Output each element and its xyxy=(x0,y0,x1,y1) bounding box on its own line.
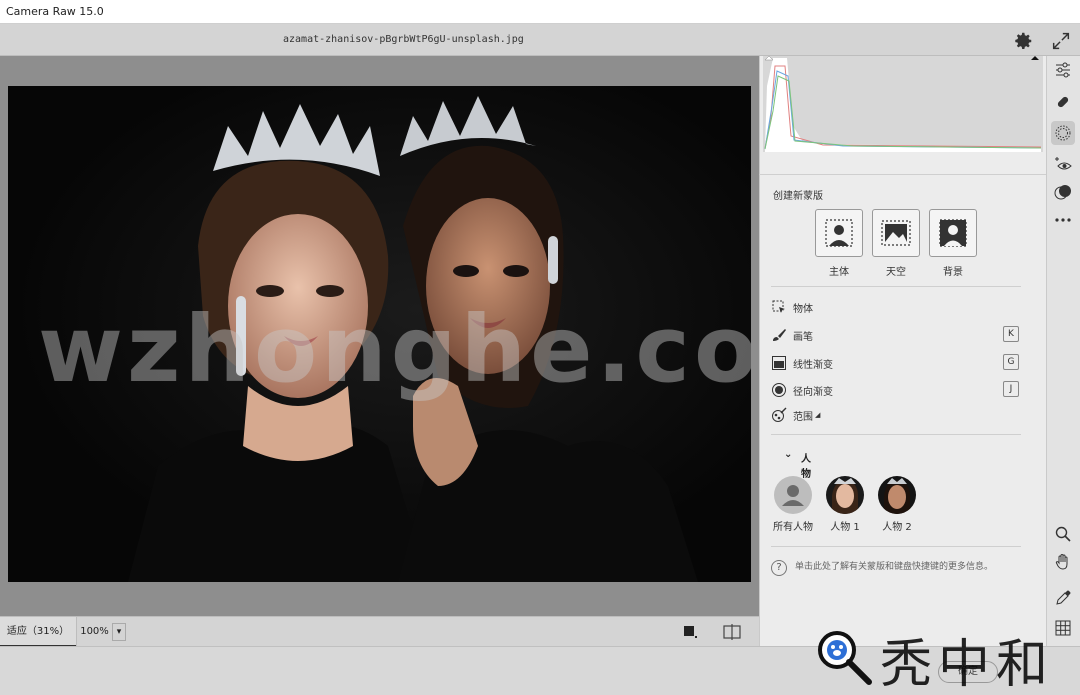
fit-zoom-button[interactable]: 适应（31%） xyxy=(0,617,76,647)
person-icon xyxy=(782,485,804,506)
fullscreen-icon[interactable] xyxy=(1050,30,1072,52)
subject-icon xyxy=(825,219,853,247)
tool-radial-gradient[interactable]: 径向渐变 J xyxy=(771,381,1019,399)
person-1-avatar[interactable] xyxy=(826,476,864,514)
tool-object[interactable]: 物体 xyxy=(771,298,1011,316)
split-view-icon[interactable] xyxy=(723,624,741,640)
divider xyxy=(759,174,1046,175)
brush-icon xyxy=(773,329,786,341)
hand-tool-button[interactable] xyxy=(1051,550,1075,574)
tool-range[interactable]: 范围 ◢ xyxy=(771,406,1011,424)
sampler-tool-button[interactable] xyxy=(1051,586,1075,610)
red-eye-icon xyxy=(1055,157,1072,170)
help-text: 单击此处了解有关蒙版和键盘快捷键的更多信息。 xyxy=(795,562,994,572)
background-mask-label: 背景 xyxy=(943,267,963,278)
bottom-toolbar: 适应（31%） 100% ▾ xyxy=(0,616,759,647)
zoom-dropdown-chevron-icon[interactable]: ▾ xyxy=(112,623,126,641)
tool-linear-gradient[interactable]: 线性渐变 G xyxy=(771,354,1019,372)
file-name: azamat-zhanisov-pBgrbWtP6gU-unsplash.jpg xyxy=(283,34,524,45)
tool-radial-gradient-label: 径向渐变 xyxy=(793,387,833,398)
all-people-avatar[interactable] xyxy=(774,476,812,514)
more-icon xyxy=(1055,218,1071,222)
magnifier-logo-icon xyxy=(818,631,872,685)
create-mask-title: 创建新蒙版 xyxy=(773,191,823,202)
tool-object-label: 物体 xyxy=(793,304,813,315)
corner-watermark-text: 秃中和 xyxy=(880,635,1055,695)
photo-preview[interactable]: wzhonghe.com xyxy=(8,86,751,582)
eyedropper-icon xyxy=(1056,590,1071,605)
zoom-100-button[interactable]: 100% xyxy=(76,617,112,647)
divider xyxy=(771,546,1021,547)
object-select-icon xyxy=(772,300,785,313)
sky-mask-label: 天空 xyxy=(886,267,906,278)
presets-icon xyxy=(1054,185,1071,200)
sky-mask-button[interactable] xyxy=(872,209,920,257)
window-title: Camera Raw 15.0 xyxy=(6,5,104,18)
watermark-text: wzhonghe.com xyxy=(38,296,751,403)
presets-button[interactable] xyxy=(1051,180,1075,204)
all-people-label: 所有人物 xyxy=(773,522,813,533)
person-2-label: 人物 2 xyxy=(882,522,912,533)
help-question-icon: ? xyxy=(771,560,787,576)
radial-gradient-shortcut-key: J xyxy=(1003,381,1019,397)
tool-linear-gradient-label: 线性渐变 xyxy=(793,360,833,371)
person-2-thumbnail xyxy=(884,478,911,514)
person-2-avatar[interactable] xyxy=(878,476,916,514)
sky-icon xyxy=(881,220,911,246)
linear-gradient-shortcut-key: G xyxy=(1003,354,1019,370)
hand-icon xyxy=(1055,553,1068,570)
background-mask-button[interactable] xyxy=(929,209,977,257)
radial-gradient-icon xyxy=(772,383,786,397)
red-eye-button[interactable] xyxy=(1051,152,1075,176)
person-1-thumbnail xyxy=(832,478,858,514)
healing-button[interactable] xyxy=(1051,90,1075,114)
histogram xyxy=(763,55,1043,152)
gear-icon[interactable] xyxy=(1012,30,1034,52)
edit-sliders-button[interactable] xyxy=(1051,58,1075,82)
title-bar: Camera Raw 15.0 xyxy=(0,0,1080,24)
image-canvas[interactable]: wzhonghe.com xyxy=(0,56,759,616)
grid-toggle-button[interactable] xyxy=(1051,616,1075,640)
tool-range-label: 范围 xyxy=(793,412,813,423)
file-bar: azamat-zhanisov-pBgrbWtP6gU-unsplash.jpg xyxy=(0,24,1080,56)
range-icon xyxy=(772,407,787,422)
divider xyxy=(771,286,1021,287)
masking-button[interactable] xyxy=(1051,121,1075,145)
more-button[interactable] xyxy=(1051,208,1075,232)
tool-brush-label: 画笔 xyxy=(793,332,813,343)
tool-brush[interactable]: 画笔 K xyxy=(771,326,1019,344)
bandage-icon xyxy=(1057,96,1069,108)
mask-icon xyxy=(1055,125,1071,141)
chevron-down-icon: ⌄ xyxy=(784,449,793,460)
brush-shortcut-key: K xyxy=(1003,326,1019,342)
linear-gradient-icon xyxy=(772,356,786,370)
people-section-title: 人物 xyxy=(801,454,811,480)
range-dropdown-icon[interactable]: ◢ xyxy=(815,411,820,419)
sliders-icon xyxy=(1056,62,1070,78)
subject-mask-label: 主体 xyxy=(829,267,849,278)
before-after-square-icon[interactable] xyxy=(683,625,697,639)
camera-raw-window: Camera Raw 15.0 azamat-zhanisov-pBgrbWtP… xyxy=(0,0,1080,695)
zoom-tool-button[interactable] xyxy=(1051,522,1075,546)
magnifier-icon xyxy=(1055,526,1071,542)
background-icon xyxy=(939,219,967,247)
divider xyxy=(771,434,1021,435)
subject-mask-button[interactable] xyxy=(815,209,863,257)
person-1-label: 人物 1 xyxy=(830,522,860,533)
grid-icon xyxy=(1055,620,1071,636)
